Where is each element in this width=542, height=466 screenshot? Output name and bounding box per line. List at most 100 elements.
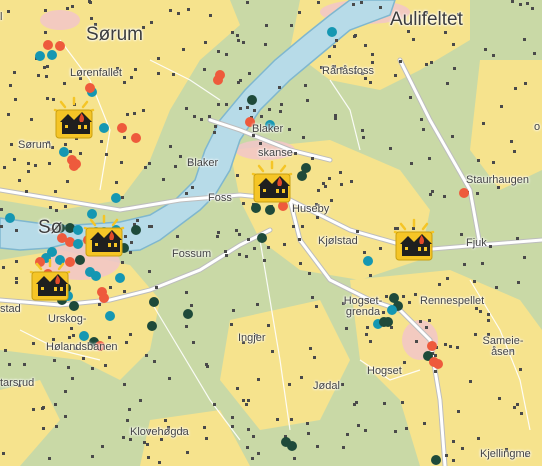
house-warning-icon[interactable] bbox=[250, 160, 294, 204]
red-incident-marker[interactable] bbox=[427, 341, 437, 351]
building-dot bbox=[186, 451, 189, 454]
building-dot bbox=[259, 142, 262, 145]
place-label-lorenfallet[interactable]: Lørenfallet bbox=[70, 68, 122, 79]
teal-incident-marker[interactable] bbox=[363, 256, 373, 266]
building-dot bbox=[192, 341, 195, 344]
teal-incident-marker[interactable] bbox=[111, 193, 121, 203]
building-dot bbox=[516, 237, 519, 240]
place-label-stad[interactable]: stad bbox=[0, 304, 21, 315]
place-label-blaker-upper[interactable]: Blaker bbox=[252, 124, 283, 135]
place-label-rennespellet[interactable]: Rennespellet bbox=[420, 296, 484, 307]
building-dot bbox=[23, 363, 26, 366]
red-incident-marker[interactable] bbox=[55, 41, 65, 51]
dark-incident-marker[interactable] bbox=[431, 455, 441, 465]
teal-incident-marker[interactable] bbox=[91, 271, 101, 281]
building-dot bbox=[412, 38, 415, 41]
map-viewport[interactable]: Sørum Aulifeltet Lørenfallet Rånåsfoss B… bbox=[0, 0, 542, 466]
place-label-blaker-lower[interactable]: Blaker bbox=[187, 158, 218, 169]
teal-incident-marker[interactable] bbox=[99, 123, 109, 133]
teal-incident-marker[interactable] bbox=[35, 51, 45, 61]
place-label-holandsbanen[interactable]: Hølandsbanen bbox=[46, 342, 118, 353]
building-dot bbox=[144, 166, 147, 169]
dark-incident-marker[interactable] bbox=[147, 321, 157, 331]
building-dot bbox=[55, 209, 58, 212]
building-dot bbox=[32, 408, 35, 411]
place-label-fossum[interactable]: Fossum bbox=[172, 249, 211, 260]
red-incident-marker[interactable] bbox=[99, 293, 109, 303]
red-incident-marker[interactable] bbox=[433, 359, 443, 369]
place-label-blaker-skanse[interactable]: skanse bbox=[258, 148, 293, 159]
place-label-sameie-asen[interactable]: Sameie- åsen bbox=[478, 336, 528, 358]
place-label-foss[interactable]: Foss bbox=[208, 193, 232, 204]
dark-incident-marker[interactable] bbox=[257, 233, 267, 243]
place-label-huseby[interactable]: Huseby bbox=[292, 204, 329, 215]
building-dot bbox=[444, 31, 447, 34]
dark-incident-marker[interactable] bbox=[183, 309, 193, 319]
house-warning-icon[interactable] bbox=[82, 214, 126, 258]
building-dot bbox=[10, 143, 13, 146]
red-incident-marker[interactable] bbox=[459, 188, 469, 198]
building-dot bbox=[362, 136, 365, 139]
building-dot bbox=[408, 301, 411, 304]
building-dot bbox=[420, 118, 423, 121]
place-label-hogset-grenda[interactable]: Hogset- grenda bbox=[340, 296, 386, 318]
place-label-so[interactable]: Sø bbox=[38, 218, 62, 237]
place-label-sorum-small[interactable]: Sørum bbox=[18, 140, 51, 151]
place-label-sorum-town[interactable]: Sørum bbox=[86, 25, 143, 44]
building-dot bbox=[225, 254, 228, 257]
dark-incident-marker[interactable] bbox=[287, 441, 297, 451]
building-dot bbox=[105, 153, 108, 156]
building-dot bbox=[41, 407, 44, 410]
teal-incident-marker[interactable] bbox=[5, 213, 15, 223]
red-incident-marker[interactable] bbox=[85, 83, 95, 93]
house-warning-icon[interactable] bbox=[28, 258, 72, 302]
place-label-kjolstad[interactable]: Kjølstad bbox=[318, 236, 358, 247]
dark-incident-marker[interactable] bbox=[149, 297, 159, 307]
place-label-kjellingme[interactable]: Kjellingme bbox=[480, 449, 531, 460]
building-dot bbox=[292, 225, 295, 228]
teal-incident-marker[interactable] bbox=[79, 331, 89, 341]
dark-incident-marker[interactable] bbox=[297, 171, 307, 181]
teal-incident-marker[interactable] bbox=[327, 27, 337, 37]
house-warning-icon[interactable] bbox=[52, 96, 96, 140]
dark-incident-marker[interactable] bbox=[131, 225, 141, 235]
place-label-ranasfoss[interactable]: Rånåsfoss bbox=[322, 66, 374, 77]
building-dot bbox=[242, 399, 245, 402]
red-incident-marker[interactable] bbox=[69, 161, 79, 171]
red-incident-marker[interactable] bbox=[117, 123, 127, 133]
teal-incident-marker[interactable] bbox=[47, 50, 57, 60]
red-incident-marker[interactable] bbox=[213, 75, 223, 85]
dark-incident-marker[interactable] bbox=[247, 95, 257, 105]
teal-incident-marker[interactable] bbox=[105, 311, 115, 321]
teal-incident-marker[interactable] bbox=[387, 305, 397, 315]
building-dot bbox=[401, 401, 404, 404]
place-label-fjuk[interactable]: Fjuk bbox=[466, 238, 487, 249]
place-label-staurhaugen[interactable]: Staurhaugen bbox=[466, 175, 529, 186]
building-dot bbox=[71, 5, 74, 8]
place-label-jodal[interactable]: Jødal bbox=[313, 381, 340, 392]
place-label-klovehogda[interactable]: Klovehøgda bbox=[130, 427, 189, 438]
building-dot bbox=[66, 180, 69, 183]
building-dot bbox=[168, 377, 171, 380]
place-label-ingjer[interactable]: Ingjer bbox=[238, 333, 266, 344]
dark-incident-marker[interactable] bbox=[265, 205, 275, 215]
building-dot bbox=[54, 403, 57, 406]
place-label-hogset[interactable]: Hogset bbox=[367, 366, 402, 377]
place-label-urskog[interactable]: Urskog- bbox=[48, 314, 87, 325]
place-label-aulifeltet[interactable]: Aulifeltet bbox=[390, 10, 463, 29]
red-incident-marker[interactable] bbox=[43, 40, 53, 50]
building-dot bbox=[238, 253, 241, 256]
building-dot bbox=[7, 10, 10, 13]
building-dot bbox=[15, 229, 18, 232]
house-warning-icon[interactable] bbox=[392, 218, 436, 262]
building-dot bbox=[253, 247, 256, 250]
dark-incident-marker[interactable] bbox=[69, 301, 79, 311]
red-incident-marker[interactable] bbox=[131, 133, 141, 143]
teal-incident-marker[interactable] bbox=[115, 273, 125, 283]
dark-incident-marker[interactable] bbox=[251, 203, 261, 213]
place-label-tarsrud[interactable]: tarsrud bbox=[0, 378, 34, 389]
building-dot bbox=[335, 39, 338, 42]
dark-incident-marker[interactable] bbox=[379, 317, 389, 327]
building-dot bbox=[317, 1, 320, 4]
building-dot bbox=[213, 403, 216, 406]
